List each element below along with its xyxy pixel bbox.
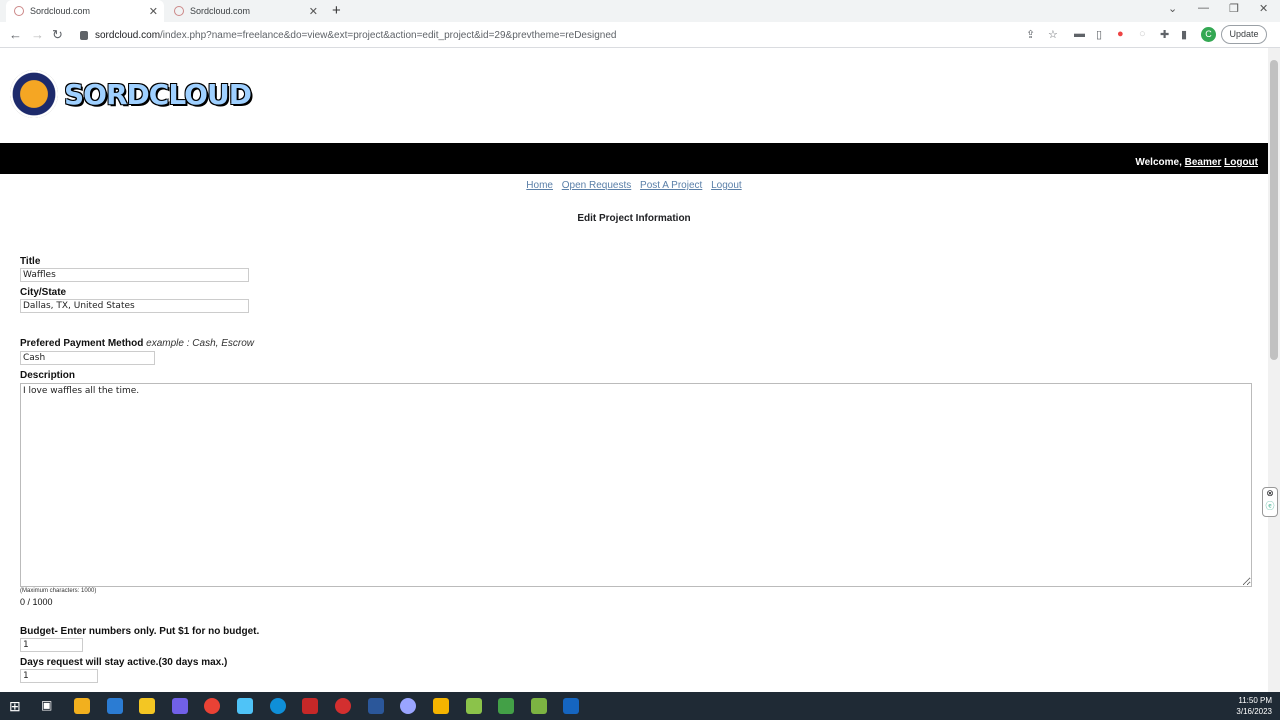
system-clock[interactable]: 11:50 PM 3/16/2023 — [1236, 695, 1272, 717]
task-view-icon[interactable]: ▣ — [41, 698, 57, 714]
profile-avatar[interactable]: C — [1201, 27, 1216, 42]
header-bar: Welcome, Beamer Logout — [0, 143, 1268, 174]
tab-title: Sordcloud.com — [30, 6, 91, 16]
notepad-icon[interactable] — [466, 698, 482, 714]
edge-icon[interactable]: ⓔ — [1263, 499, 1277, 512]
chevron-down-icon[interactable]: ⌄ — [1168, 2, 1177, 15]
address-toolbar: ← → ↻ sordcloud.com/index.php?name=freel… — [0, 22, 1280, 48]
logo-text: SORDCLOUD — [64, 77, 252, 111]
star-icon[interactable]: ☆ — [1048, 28, 1058, 41]
site-logo[interactable]: SORDCLOUD — [10, 62, 258, 126]
app-icon-lime[interactable] — [531, 698, 547, 714]
reload-icon[interactable]: ↻ — [52, 27, 63, 43]
tab-title: Sordcloud.com — [190, 6, 251, 16]
username-link[interactable]: Beamer — [1185, 157, 1222, 168]
extension-trash-icon[interactable]: ▯ — [1096, 28, 1102, 41]
payment-label: Prefered Payment Method example : Cash, … — [20, 338, 254, 349]
back-icon[interactable]: ← — [9, 27, 22, 42]
app-icon-blue[interactable] — [400, 698, 416, 714]
sidepanel-icon[interactable]: ▮ — [1181, 28, 1187, 41]
puzzle-icon[interactable]: ✚ — [1160, 28, 1169, 41]
title-label: Title — [20, 256, 41, 267]
new-tab-icon[interactable]: + — [332, 2, 341, 19]
welcome-prefix: Welcome, — [1135, 157, 1182, 168]
logout-link-header[interactable]: Logout — [1224, 157, 1258, 168]
nav-home[interactable]: Home — [526, 180, 553, 191]
extension-glasses-icon[interactable]: ▬ — [1074, 28, 1085, 40]
page-scrollbar[interactable] — [1268, 48, 1280, 692]
url-path: /index.php?name=freelance&do=view&ext=pr… — [160, 29, 617, 41]
city-input[interactable] — [20, 299, 249, 313]
days-label: Days request will stay active.(30 days m… — [20, 657, 228, 668]
logo-chart-icon — [10, 70, 58, 118]
description-textarea[interactable]: I love waffles all the time. — [20, 383, 1252, 587]
mouse-cursor-icon — [790, 289, 802, 300]
page-title: Edit Project Information — [577, 213, 691, 224]
app-icon-green[interactable] — [498, 698, 514, 714]
favicon-icon — [174, 6, 184, 16]
close-icon[interactable]: ⊗ — [1263, 488, 1277, 499]
nav-logout[interactable]: Logout — [711, 180, 742, 191]
windows-start-icon[interactable]: ⊞ — [9, 698, 25, 714]
shield-icon[interactable] — [433, 698, 449, 714]
close-icon[interactable]: ✕ — [309, 5, 318, 18]
lock-icon — [80, 30, 88, 40]
chrome-icon[interactable] — [204, 698, 220, 714]
file-explorer-icon[interactable] — [139, 698, 155, 714]
app-icon-navy[interactable] — [563, 698, 579, 714]
extension-color-icon[interactable]: ● — [1117, 28, 1124, 40]
word-icon[interactable] — [368, 698, 384, 714]
favicon-icon — [14, 6, 24, 16]
calendar-app-icon[interactable] — [74, 698, 90, 714]
opera-icon[interactable] — [335, 698, 351, 714]
share-icon[interactable]: ⇪ — [1026, 28, 1035, 41]
window-close-icon[interactable]: ✕ — [1259, 2, 1268, 15]
app-icon-red[interactable] — [302, 698, 318, 714]
minimize-icon[interactable]: — — [1198, 2, 1209, 14]
os-taskbar: ⊞ ▣ 11:50 PM 3/16/2023 — [0, 692, 1280, 720]
city-label: City/State — [20, 287, 67, 298]
budget-label: Budget- Enter numbers only. Put $1 for n… — [20, 626, 260, 637]
clock-date: 3/16/2023 — [1236, 707, 1272, 716]
update-button[interactable]: Update — [1221, 25, 1267, 44]
max-chars-note: (Maximum characters: 1000) — [20, 588, 97, 594]
close-icon[interactable]: ✕ — [149, 5, 158, 18]
payment-input[interactable] — [20, 351, 155, 365]
description-label: Description — [20, 370, 76, 381]
app-icon-purple[interactable] — [172, 698, 188, 714]
url-field[interactable]: sordcloud.com/index.php?name=freelance&d… — [80, 25, 1015, 45]
payment-hint: example : Cash, Escrow — [146, 338, 254, 349]
url-host: sordcloud.com — [95, 29, 161, 41]
forward-icon[interactable]: → — [31, 27, 44, 42]
clock-time: 11:50 PM — [1238, 696, 1272, 705]
nav-post-project[interactable]: Post A Project — [640, 180, 702, 191]
scrollbar-thumb[interactable] — [1270, 60, 1278, 360]
side-widget[interactable]: ⊗ ⓔ — [1262, 487, 1278, 517]
extension-search-icon[interactable]: ○ — [1139, 28, 1146, 40]
nav-open-requests[interactable]: Open Requests — [562, 180, 632, 191]
main-nav: Home Open Requests Post A Project Logout — [0, 180, 1268, 191]
browser-tab-2[interactable]: Sordcloud.com ✕ — [166, 0, 324, 22]
browser-tab-1[interactable]: Sordcloud.com ✕ — [6, 0, 164, 22]
days-input[interactable] — [20, 669, 98, 683]
browser-tab-bar: Sordcloud.com ✕ Sordcloud.com ✕ + ⌄ — ❐ … — [0, 0, 1280, 22]
edge-browser-icon[interactable] — [270, 698, 286, 714]
welcome-message: Welcome, Beamer Logout — [1135, 157, 1258, 168]
restore-icon[interactable]: ❐ — [1229, 2, 1239, 15]
payment-label-text: Prefered Payment Method — [20, 338, 144, 349]
mail-app-icon[interactable] — [107, 698, 123, 714]
char-counter: 0 / 1000 — [20, 597, 53, 607]
budget-input[interactable] — [20, 638, 83, 652]
app-icon-cyan[interactable] — [237, 698, 253, 714]
page-content: SORDCLOUD Welcome, Beamer Logout Home Op… — [0, 48, 1268, 692]
title-input[interactable] — [20, 268, 249, 282]
